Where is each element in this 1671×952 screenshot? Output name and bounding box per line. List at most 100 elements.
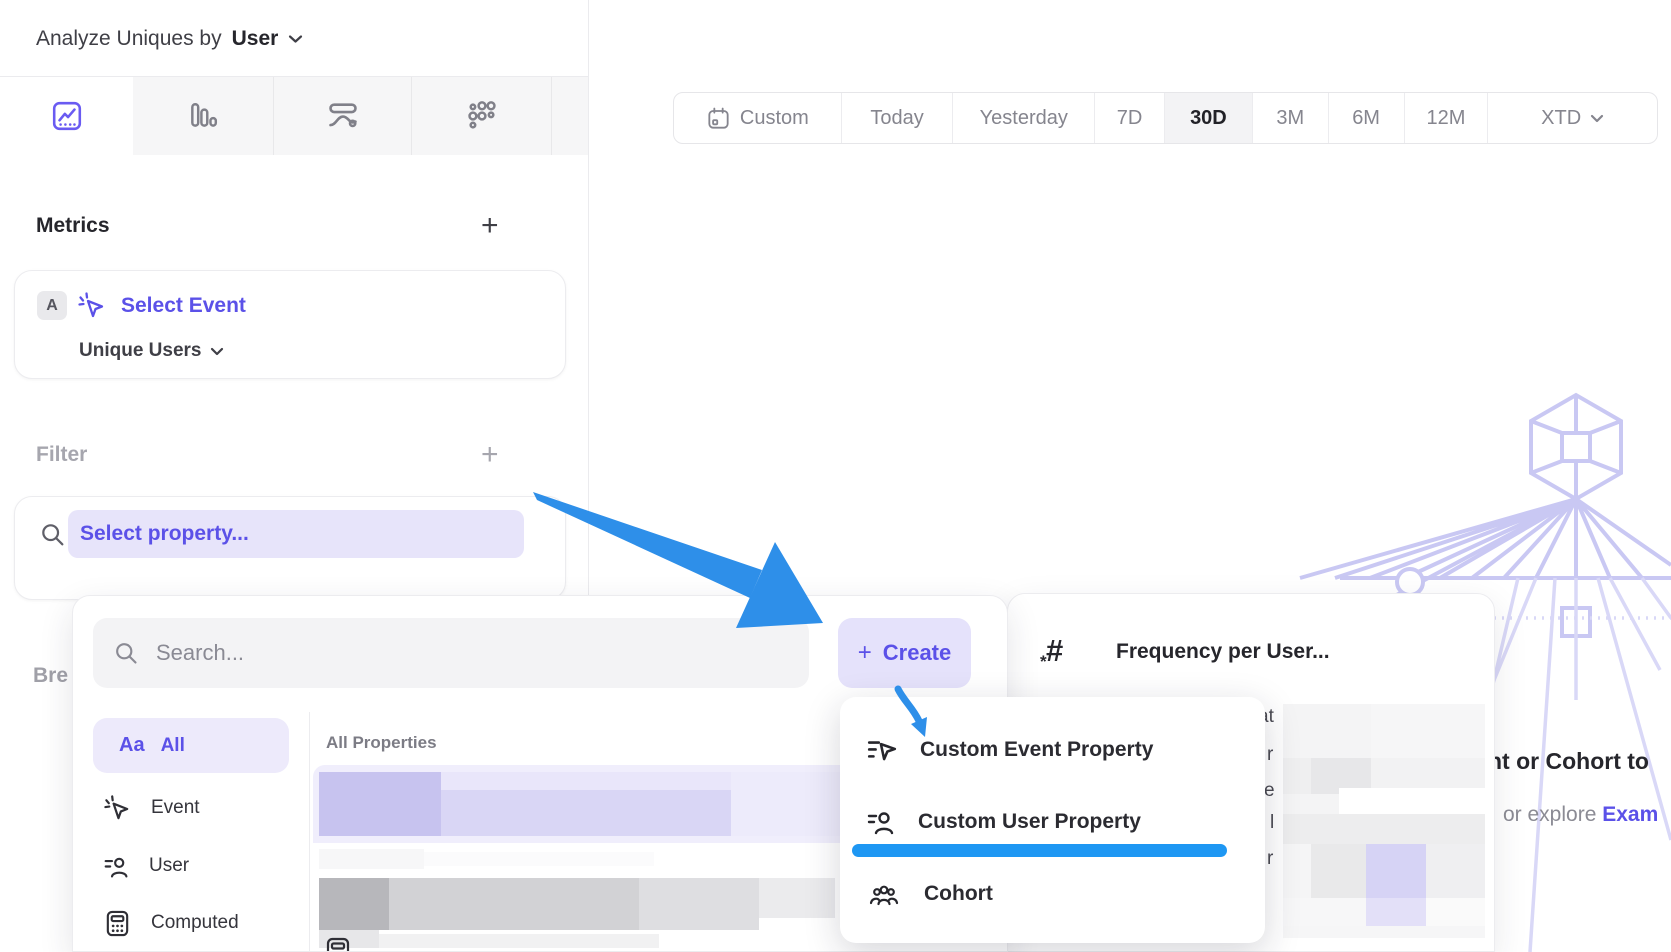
date-option-12m[interactable]: 12M: [1405, 93, 1489, 143]
property-search-input[interactable]: Search...: [93, 618, 809, 688]
chevron-down-icon[interactable]: [288, 34, 303, 44]
add-metric-button[interactable]: +: [481, 211, 499, 241]
category-computed[interactable]: Computed: [93, 903, 313, 943]
event-spark-cursor-icon: [103, 794, 132, 823]
custom-user-property-icon: [866, 807, 896, 837]
filter-section-title: Filter: [36, 443, 87, 467]
redacted-block: [441, 790, 731, 836]
date-option-3m[interactable]: 3M: [1253, 93, 1329, 143]
breakdown-section-title-fragment: Bre: [33, 664, 68, 688]
aggregation-dropdown[interactable]: Unique Users: [79, 337, 224, 365]
redacted-text-fragment: e: [1264, 780, 1275, 802]
redacted-block: [639, 878, 759, 930]
redacted-block: [1283, 794, 1339, 814]
date-option-label: Today: [870, 107, 923, 130]
tab-strip-filler: [551, 77, 588, 155]
redacted-block: [759, 878, 835, 918]
category-event[interactable]: Event: [93, 788, 313, 828]
metric-card[interactable]: A Select Event Unique Users: [14, 270, 566, 379]
date-option-today[interactable]: Today: [842, 93, 954, 143]
redacted-block: [424, 852, 654, 866]
menu-item-label: Custom Event Property: [920, 738, 1153, 762]
tab-bar-chart[interactable]: [133, 77, 273, 155]
empty-state-subtext: or explore Exam: [1503, 803, 1658, 827]
list-divider: [309, 712, 310, 952]
add-filter-button[interactable]: +: [481, 440, 499, 470]
series-badge: A: [37, 291, 67, 320]
tab-flows[interactable]: [273, 77, 411, 155]
empty-state-subtext-prefix: or explore: [1503, 803, 1602, 826]
category-label: All: [161, 735, 185, 757]
date-option-xtd[interactable]: XTD: [1488, 93, 1657, 143]
redacted-block: [441, 772, 731, 790]
menu-item-custom-user-property[interactable]: Custom User Property: [866, 805, 1246, 839]
chart-type-tabs: [0, 76, 588, 155]
redacted-block: [1283, 758, 1311, 794]
filter-card: Select property...: [14, 496, 566, 600]
redacted-text-fragment: r: [1267, 744, 1273, 766]
redacted-block: [1426, 898, 1485, 926]
calculator-icon: [103, 909, 132, 938]
plus-icon: +: [858, 639, 872, 667]
redacted-text-fragment: l: [1270, 812, 1274, 834]
select-property-input[interactable]: Select property...: [68, 510, 524, 558]
redacted-block: [319, 772, 441, 836]
annotation-underline-bar: [852, 844, 1227, 857]
date-option-label: 12M: [1426, 107, 1465, 130]
panel-divider: [588, 0, 589, 595]
property-list-header: All Properties: [326, 733, 437, 753]
menu-item-cohort[interactable]: Cohort: [866, 877, 1246, 911]
date-option-30d-selected[interactable]: 30D: [1165, 93, 1253, 143]
category-label: Event: [151, 797, 200, 819]
redacted-block: [389, 878, 639, 930]
examples-link-fragment[interactable]: Exam: [1602, 803, 1658, 826]
calculator-icon: [323, 936, 353, 952]
create-button-label: Create: [883, 640, 951, 666]
search-placeholder: Search...: [156, 640, 244, 666]
redacted-block: [319, 878, 389, 930]
redacted-block: [1283, 814, 1485, 844]
tab-insights[interactable]: [0, 77, 133, 155]
redacted-text-fragment: r: [1267, 848, 1273, 870]
tab-retention[interactable]: [411, 77, 551, 155]
custom-event-property-icon: [866, 734, 898, 766]
date-option-label: 3M: [1276, 107, 1304, 130]
select-event-button[interactable]: Select Event: [121, 292, 246, 320]
date-option-yesterday[interactable]: Yesterday: [953, 93, 1095, 143]
redacted-block: [319, 849, 424, 869]
analysis-header-label: Analyze Uniques by: [36, 27, 222, 51]
redacted-block: [379, 934, 659, 948]
redacted-block: [1366, 844, 1426, 898]
redacted-block: [1366, 898, 1426, 926]
analysis-entity-dropdown[interactable]: User: [232, 27, 279, 51]
create-button[interactable]: + Create: [838, 618, 971, 688]
dots-grid-icon: [465, 99, 499, 133]
date-option-6m[interactable]: 6M: [1329, 93, 1405, 143]
redacted-block: [1426, 844, 1485, 898]
category-all-selected[interactable]: Aa All: [93, 718, 289, 773]
date-option-7d[interactable]: 7D: [1095, 93, 1165, 143]
line-chart-icon: [51, 100, 83, 132]
date-option-custom[interactable]: Custom: [674, 93, 842, 143]
metrics-section-title: Metrics: [36, 214, 110, 238]
redacted-block: [1283, 926, 1485, 938]
analysis-header: Analyze Uniques by User: [36, 24, 303, 54]
category-label: User: [149, 855, 189, 877]
bar-chart-icon: [187, 100, 219, 132]
menu-item-custom-event-property[interactable]: Custom Event Property: [866, 733, 1246, 767]
redacted-block: [1371, 704, 1485, 758]
redacted-block: [1283, 898, 1366, 926]
redacted-block: [1283, 844, 1311, 898]
date-option-label: XTD: [1541, 107, 1581, 130]
menu-item-label: Cohort: [924, 882, 993, 906]
event-spark-cursor-icon: [77, 291, 107, 321]
category-label: Computed: [151, 912, 239, 934]
aa-text-icon: Aa: [119, 734, 145, 757]
category-user[interactable]: User: [93, 846, 313, 886]
frequency-panel-title: Frequency per User...: [1116, 634, 1330, 664]
flows-icon: [326, 99, 360, 133]
date-option-label: Custom: [740, 107, 809, 130]
chevron-down-icon: [1590, 114, 1604, 123]
chevron-down-icon: [210, 347, 224, 356]
empty-state-heading-fragment: nt or Cohort to: [1488, 748, 1649, 775]
